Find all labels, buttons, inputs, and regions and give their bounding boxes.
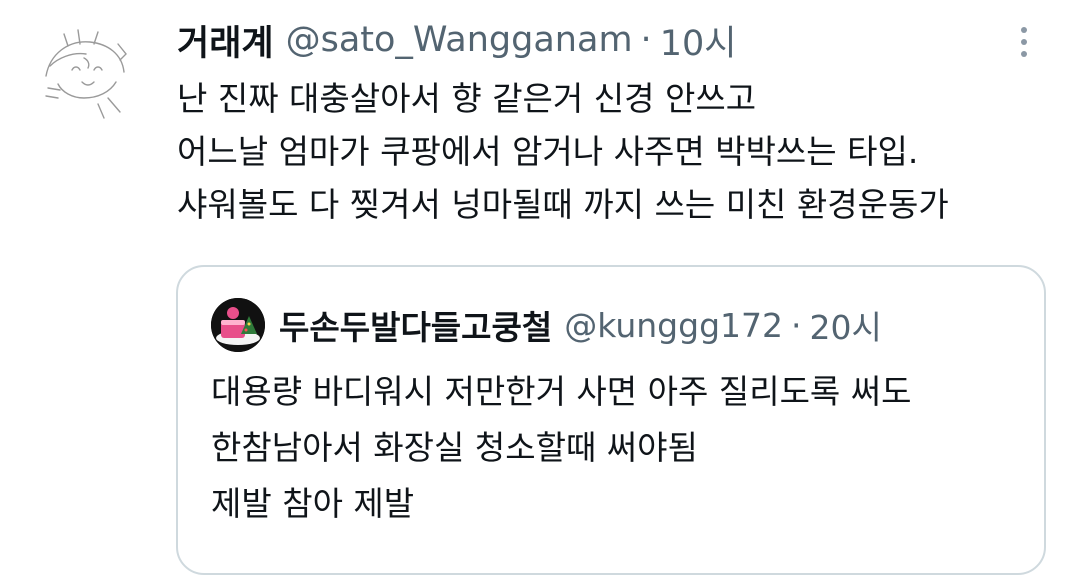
tweet-text-line: 어느날 엄마가 쿠팡에서 암거나 사주면 박박쓰는 타입. — [177, 132, 919, 171]
quoted-text-line: 제발 참아 제발 — [211, 484, 415, 523]
quoted-tweet-text: 대용량 바디워시 저만한거 사면 아주 질리도록 써도 한참남아서 화장실 청소… — [211, 364, 1031, 532]
avatar-doodle-icon — [30, 16, 146, 132]
more-vertical-icon — [1021, 27, 1027, 33]
tweet-timestamp[interactable]: 10시 — [660, 15, 737, 66]
separator-dot: · — [640, 20, 652, 60]
quoted-text-line: 한참남아서 화장실 청소할때 써야됨 — [211, 428, 698, 467]
user-avatar[interactable] — [28, 14, 148, 134]
separator-dot: · — [791, 305, 802, 345]
tweet-header: 거래계 @sato_Wangganam · 10시 — [177, 14, 736, 66]
quoted-author-handle[interactable]: @kunggg172 — [564, 306, 783, 345]
author-display-name[interactable]: 거래계 — [177, 15, 274, 66]
avatar-cake-icon — [211, 298, 265, 352]
quoted-user-avatar[interactable] — [211, 298, 265, 352]
quoted-author-display-name[interactable]: 두손두발다들고쿵철 — [279, 301, 552, 349]
author-handle[interactable]: @sato_Wangganam — [286, 20, 633, 60]
quoted-tweet-header: 두손두발다들고쿵철 @kunggg172 · 20시 — [211, 297, 882, 353]
tweet-text: 난 진짜 대충살아서 향 같은거 신경 안쓰고 어느날 엄마가 쿠팡에서 암거나… — [177, 72, 1057, 231]
tweet[interactable]: 거래계 @sato_Wangganam · 10시 난 진짜 대충살아서 향 같… — [0, 0, 1080, 587]
tweet-text-line: 샤워볼도 다 찢겨서 넝마될때 까지 쓰는 미친 환경운동가 — [177, 185, 949, 224]
more-options-button[interactable] — [1008, 22, 1040, 62]
quoted-tweet-timestamp[interactable]: 20시 — [810, 301, 882, 349]
quoted-tweet[interactable]: 두손두발다들고쿵철 @kunggg172 · 20시 대용량 바디워시 저만한거… — [176, 265, 1046, 575]
tweet-text-line: 난 진짜 대충살아서 향 같은거 신경 안쓰고 — [177, 79, 757, 118]
quoted-text-line: 대용량 바디워시 저만한거 사면 아주 질리도록 써도 — [211, 372, 912, 411]
